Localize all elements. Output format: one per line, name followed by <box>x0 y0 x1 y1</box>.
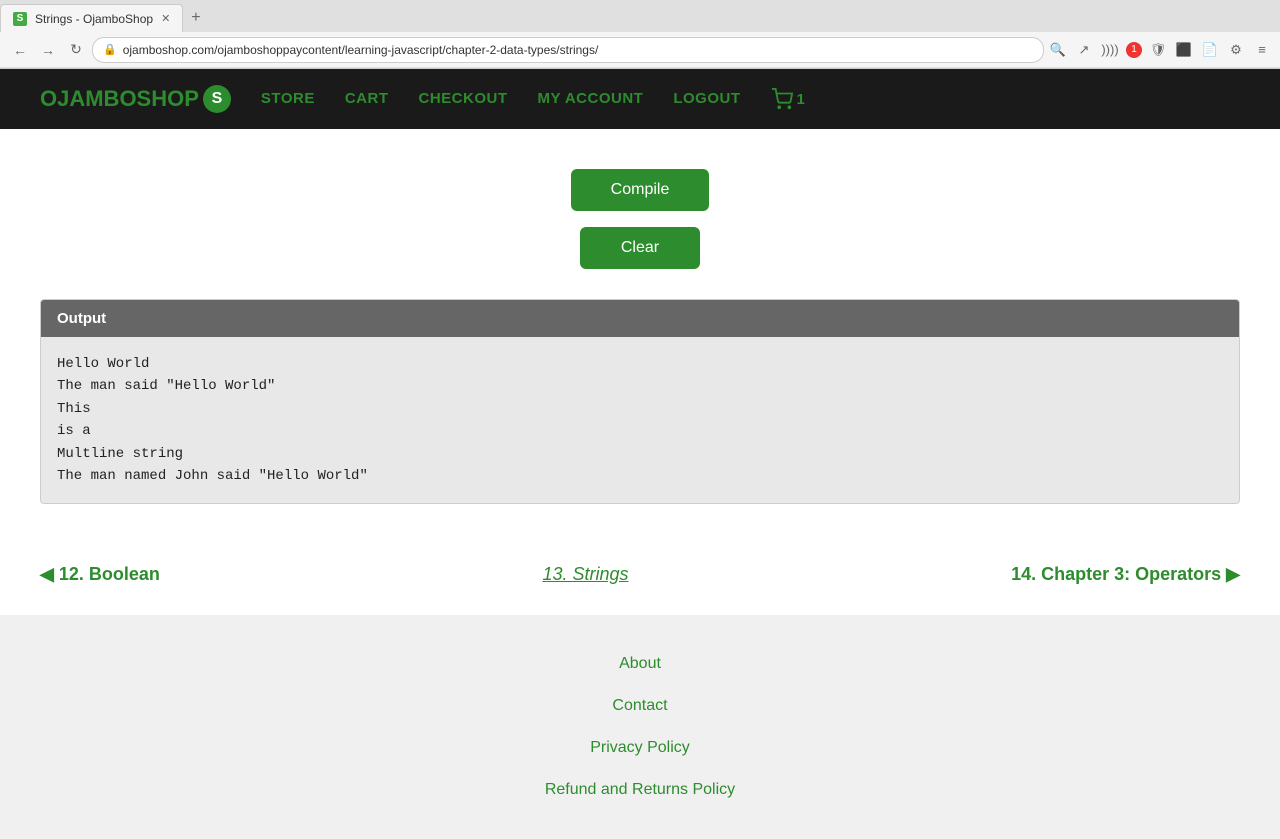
browser-chrome: S Strings - OjamboShop ✕ + ← → ↻ 🔒 ojamb… <box>0 0 1280 69</box>
menu-icon[interactable]: ≡ <box>1252 40 1272 60</box>
active-tab[interactable]: S Strings - OjamboShop ✕ <box>0 4 183 32</box>
reading-view-icon[interactable]: 📄 <box>1200 40 1220 60</box>
cart-svg-icon <box>771 88 793 110</box>
search-icon[interactable]: 🔍 <box>1048 40 1068 60</box>
footer-contact-link[interactable]: Contact <box>612 697 667 715</box>
next-lesson-label: 14. Chapter 3: Operators <box>1011 564 1221 584</box>
address-bar[interactable]: 🔒 ojamboshop.com/ojamboshoppaycontent/le… <box>92 37 1044 63</box>
buttons-area: Compile Clear <box>40 149 1240 289</box>
footer-about-link[interactable]: About <box>619 655 661 673</box>
browser-toolbar: ← → ↻ 🔒 ojamboshop.com/ojamboshoppaycont… <box>0 32 1280 68</box>
footer: About Contact Privacy Policy Refund and … <box>0 615 1280 839</box>
extension-icon[interactable]: 🛡 <box>1148 40 1168 60</box>
lock-icon: 🔒 <box>103 43 117 56</box>
sidebar-icon[interactable]: ⬛ <box>1174 40 1194 60</box>
toolbar-icons: 🔍 ↗ )))) 1 🛡 ⬛ 📄 ⚙ ≡ <box>1048 40 1272 60</box>
nav-cart[interactable]: CART <box>345 90 389 107</box>
lesson-nav: 12. Boolean 13. Strings 14. Chapter 3: O… <box>0 534 1280 615</box>
compile-button[interactable]: Compile <box>571 169 710 211</box>
settings-icon[interactable]: ⚙ <box>1226 40 1246 60</box>
output-section: Output Hello World The man said "Hello W… <box>40 299 1240 504</box>
footer-refund-link[interactable]: Refund and Returns Policy <box>545 781 735 799</box>
nav-store[interactable]: STORE <box>261 90 315 107</box>
share-icon[interactable]: ↗ <box>1074 40 1094 60</box>
tab-close-button[interactable]: ✕ <box>161 12 170 25</box>
next-arrow-icon <box>1226 564 1240 584</box>
nav-links: STORE CART CHECKOUT MY ACCOUNT LOGOUT 1 <box>261 88 805 110</box>
logo-icon: S <box>203 85 231 113</box>
tab-title: Strings - OjamboShop <box>35 12 153 26</box>
prev-lesson-link[interactable]: 12. Boolean <box>40 564 160 585</box>
next-lesson-link[interactable]: 14. Chapter 3: Operators <box>1011 564 1240 585</box>
rss-icon[interactable]: )))) <box>1100 40 1120 60</box>
url-text: ojamboshop.com/ojamboshoppaycontent/lear… <box>123 43 599 57</box>
nav-logout[interactable]: LOGOUT <box>673 90 740 107</box>
nav-cart-icon[interactable]: 1 <box>771 88 806 110</box>
new-tab-button[interactable]: + <box>183 5 208 31</box>
back-button[interactable]: ← <box>8 38 32 62</box>
extension-badge[interactable]: 1 <box>1126 42 1142 58</box>
forward-button[interactable]: → <box>36 38 60 62</box>
prev-arrow-icon <box>40 564 54 584</box>
main-content: Compile Clear Output Hello World The man… <box>0 129 1280 534</box>
site-logo[interactable]: OJAMBOSHOP S <box>40 85 231 113</box>
nav-my-account[interactable]: MY ACCOUNT <box>538 90 644 107</box>
cart-count-badge: 1 <box>797 91 806 108</box>
browser-tabs: S Strings - OjamboShop ✕ + <box>0 0 1280 32</box>
clear-button[interactable]: Clear <box>580 227 700 269</box>
nav-checkout[interactable]: CHECKOUT <box>419 90 508 107</box>
output-content: Hello World The man said "Hello World" T… <box>41 337 1239 503</box>
tab-favicon: S <box>13 12 27 26</box>
current-lesson-label: 13. Strings <box>542 564 628 585</box>
prev-lesson-label: 12. Boolean <box>59 564 160 584</box>
site-nav: OJAMBOSHOP S STORE CART CHECKOUT MY ACCO… <box>0 69 1280 129</box>
footer-privacy-link[interactable]: Privacy Policy <box>590 739 690 757</box>
logo-text: OJAMBOSHOP <box>40 86 199 112</box>
output-header: Output <box>41 300 1239 337</box>
refresh-button[interactable]: ↻ <box>64 38 88 62</box>
